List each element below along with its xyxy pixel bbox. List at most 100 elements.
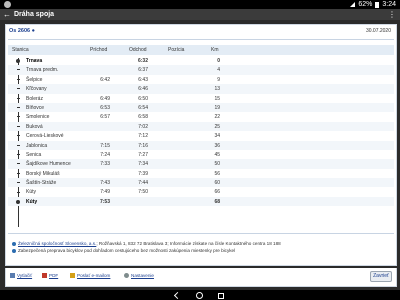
bicycle-info-icon	[12, 248, 16, 253]
route-card: Os 2606 ● 30.07.2020 Stanica Príchod Odc…	[5, 24, 397, 266]
stop-station: Borský Mikuláš	[26, 170, 60, 177]
stop-row: Buková 7:02 25	[8, 121, 394, 132]
stop-station: Trnava	[26, 58, 43, 64]
stop-row: Boleráz 6:49 6:50 15	[8, 94, 394, 103]
stop-km: 25	[214, 123, 220, 130]
stop-station: Trnava predm.	[26, 67, 59, 74]
print-button[interactable]: Vytlačiť	[10, 273, 33, 279]
stop-departure: 6:50	[138, 95, 148, 102]
stop-station: Jablonica	[26, 142, 48, 149]
system-recents-icon[interactable]	[218, 293, 224, 299]
stop-tick	[17, 116, 20, 118]
stop-tick	[17, 135, 20, 137]
stop-departure: 6:43	[138, 76, 148, 83]
stop-tick	[17, 88, 20, 90]
pdf-button[interactable]: PDF	[42, 273, 58, 279]
signal-icon	[350, 2, 356, 7]
more-menu-icon[interactable]: ⋮	[388, 10, 396, 19]
header-departure: Odchod	[129, 47, 147, 53]
stop-arrival: 6:49	[100, 95, 110, 102]
settings-button[interactable]: Nastavenie	[124, 273, 154, 279]
stop-row: Šaštín-Stráže 7:43 7:44 60	[8, 178, 394, 188]
printer-icon	[10, 273, 15, 279]
stop-tick	[17, 191, 20, 193]
system-navigation-bar	[0, 290, 400, 300]
stop-row: Cerová-Lieskové 7:12 34	[8, 131, 394, 140]
stop-km: 15	[214, 95, 220, 102]
email-button[interactable]: Poslať e-mailom	[70, 273, 110, 279]
stop-km: 66	[214, 189, 220, 196]
stop-station: Šajdíkove Humence	[26, 161, 71, 168]
stop-row: Šelpice 6:42 6:43 9	[8, 75, 394, 84]
stop-km: 22	[214, 114, 220, 121]
stop-departure: 6:58	[138, 114, 148, 121]
stop-row: Trnava 6:32 0	[8, 56, 394, 65]
stop-arrival: 6:53	[100, 104, 110, 111]
print-label: Vytlačiť	[17, 273, 33, 278]
stop-tick	[17, 172, 20, 174]
stop-arrival: 7:33	[100, 161, 110, 168]
stop-departure: 7:16	[138, 142, 148, 149]
stop-departure: 7:44	[138, 180, 148, 187]
header-arrival: Príchod	[90, 47, 108, 53]
stop-row: Kľčovany 6:46 13	[8, 84, 394, 94]
stops-list: Trnava 6:32 0 Trnava predm. 6:37 4 Šelpice 6:42…	[8, 56, 394, 207]
stop-departure: 6:32	[137, 58, 148, 64]
stop-station: Šelpice	[26, 76, 43, 83]
stop-km: 9	[217, 76, 220, 83]
back-arrow-icon[interactable]: ←	[3, 10, 11, 19]
stop-station: Smolenice	[26, 114, 50, 121]
divider	[8, 39, 394, 40]
stop-tick	[17, 154, 20, 155]
battery-icon	[375, 1, 380, 8]
stop-row: Bíňovce 6:53 6:54 19	[8, 102, 394, 113]
bike-info-text: Zabezpečená preprava bicyklov pod dohľad…	[18, 248, 236, 253]
header-position: Pozícia	[168, 47, 185, 53]
stop-row: Senica 7:24 7:27 45	[8, 150, 394, 159]
system-home-icon[interactable]	[196, 292, 203, 299]
stop-arrival: 7:15	[100, 142, 110, 149]
stop-km: 68	[214, 198, 220, 205]
stop-km: 60	[214, 180, 220, 187]
stop-station: Bíňovce	[26, 104, 45, 111]
terminal-stop-dot	[16, 199, 20, 204]
stop-arrival: 7:53	[99, 198, 110, 205]
stop-station: Buková	[26, 123, 43, 130]
stop-departure: 6:46	[138, 86, 148, 93]
stop-tick	[17, 78, 20, 80]
stop-departure: 7:02	[138, 123, 148, 130]
stop-arrival: 7:49	[100, 189, 110, 196]
clock: 3:24	[382, 1, 396, 8]
train-info: Os 2606 ●	[9, 28, 35, 34]
table-header: Stanica Príchod Odchod Pozícia Km	[8, 45, 394, 55]
system-back-icon[interactable]	[173, 291, 182, 300]
envelope-icon	[70, 273, 75, 279]
stop-row: Kúty 7:53 68	[8, 196, 394, 207]
stop-tick	[17, 182, 20, 184]
company-link[interactable]: Železničná spoločnosť Slovensko, a.s.	[18, 241, 96, 246]
close-button[interactable]: Zavrieť	[370, 271, 392, 282]
stop-departure: 7:39	[138, 170, 148, 177]
stop-km: 19	[214, 104, 220, 111]
stop-row: Kúty 7:49 7:50 66	[8, 187, 394, 196]
stop-departure: 7:50	[138, 189, 148, 196]
app-toolbar: ← Dráha spoja ⋮	[0, 9, 400, 20]
page-title: Dráha spoja	[14, 11, 55, 18]
stop-arrival: 7:43	[100, 180, 110, 187]
company-text: ; Rožňavská 1, 832 72 Bratislava 3; Info…	[96, 241, 281, 246]
stop-km: 13	[214, 86, 220, 93]
stop-station: Šaštín-Stráže	[26, 180, 57, 187]
stop-km: 36	[214, 142, 220, 149]
stop-tick	[17, 144, 20, 146]
stop-km: 45	[214, 151, 220, 158]
action-bar: Vytlačiť PDF Poslať e-mailom Nastavenie …	[5, 268, 397, 287]
header-km: Km	[211, 47, 219, 53]
stop-row: Trnava predm. 6:37 4	[8, 65, 394, 75]
stop-arrival: 6:57	[100, 114, 110, 121]
stop-station: Kúty	[26, 198, 38, 205]
settings-label: Nastavenie	[131, 273, 154, 278]
stop-km: 56	[214, 170, 220, 177]
train-date: 30.07.2020	[365, 28, 391, 34]
stop-km: 4	[217, 67, 220, 74]
header-station: Stanica	[12, 47, 29, 53]
